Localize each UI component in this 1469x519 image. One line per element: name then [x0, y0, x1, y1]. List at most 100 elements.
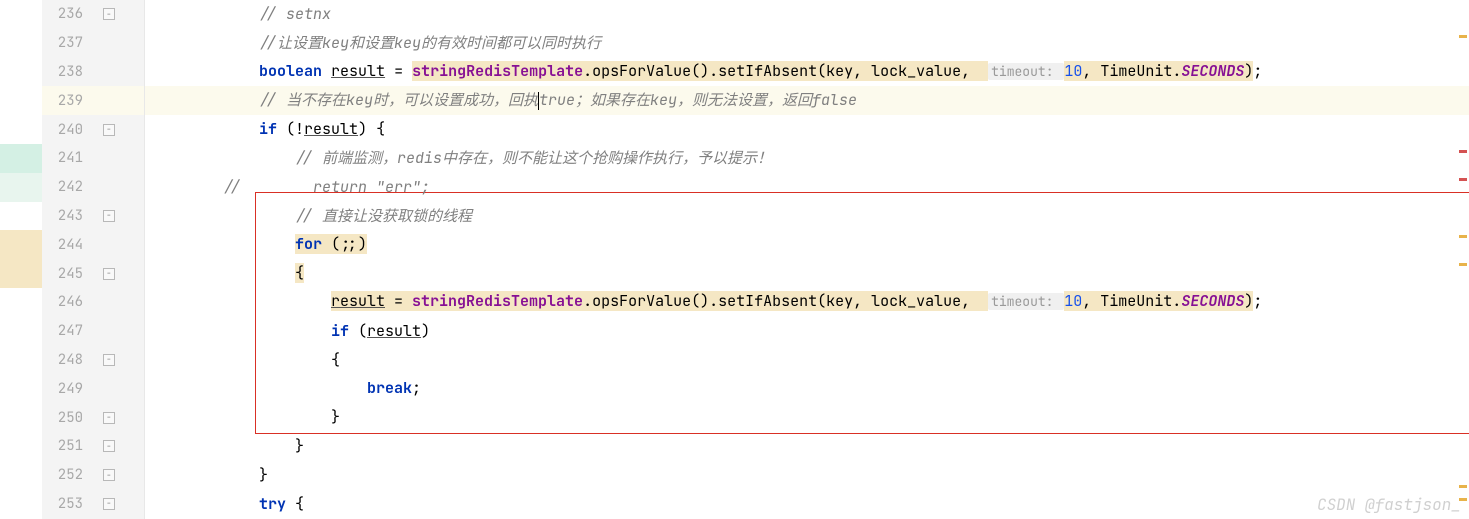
fold-gutter-row [95, 144, 144, 173]
code-line[interactable]: { [145, 346, 1469, 375]
line-number-row[interactable]: 251 [42, 432, 95, 461]
line-number-row[interactable]: 252 [42, 461, 95, 490]
code-line[interactable]: } [145, 403, 1469, 432]
left-margin-row [0, 432, 42, 461]
code-text: ; [1253, 61, 1262, 81]
line-number-row[interactable]: 239 [42, 86, 95, 115]
code-line[interactable]: if (result) [145, 317, 1469, 346]
line-number-row[interactable]: 238 [42, 58, 95, 87]
code-token-hl-yellow: { [295, 263, 304, 283]
line-number-row[interactable]: 248 [42, 346, 95, 375]
fold-gutter-row [95, 346, 144, 375]
line-number: 241 [42, 149, 95, 167]
line-number-row[interactable]: 249 [42, 374, 95, 403]
fold-toggle-icon[interactable] [103, 354, 115, 366]
fold-toggle-icon[interactable] [103, 268, 115, 280]
left-margin-row [0, 230, 42, 259]
code-line[interactable]: break; [145, 374, 1469, 403]
fold-gutter-row [95, 58, 144, 87]
line-number-row[interactable]: 236 [42, 0, 95, 29]
line-number-row[interactable]: 246 [42, 288, 95, 317]
marker-bar[interactable] [1457, 0, 1469, 519]
code-line[interactable]: for (;;) [145, 230, 1469, 259]
code-token-hl-yellow: (;;) [322, 234, 367, 254]
code-text: = [385, 61, 412, 81]
error-marker[interactable] [1459, 178, 1467, 181]
code-text [151, 177, 223, 197]
line-number-row[interactable]: 250 [42, 403, 95, 432]
error-marker[interactable] [1459, 150, 1467, 153]
fold-toggle-icon[interactable] [103, 412, 115, 424]
line-number: 247 [42, 322, 95, 340]
code-line[interactable]: //让设置key和设置key的有效时间都可以同时执行 [145, 29, 1469, 58]
code-line[interactable]: } [145, 432, 1469, 461]
code-line[interactable]: boolean result = stringRedisTemplate.ops… [145, 58, 1469, 87]
code-token-comment: // return "err"; [223, 177, 430, 197]
code-text [151, 263, 295, 283]
warning-marker[interactable] [1459, 235, 1467, 238]
line-number-row[interactable]: 237 [42, 29, 95, 58]
line-number-row[interactable]: 253 [42, 490, 95, 519]
warning-marker[interactable] [1459, 263, 1467, 266]
line-number: 237 [42, 34, 95, 52]
fold-toggle-icon[interactable] [103, 8, 115, 20]
code-text [151, 291, 331, 311]
code-text [151, 465, 259, 485]
code-line[interactable]: if (!result) { [145, 115, 1469, 144]
code-line[interactable]: // 直接让没获取锁的线程 [145, 202, 1469, 231]
code-text: { [286, 494, 304, 514]
code-line[interactable]: { [145, 259, 1469, 288]
left-margin-row [0, 29, 42, 58]
code-line[interactable]: // 当不存在key时，可以设置成功，回执true；如果存在key，则无法设置，… [145, 86, 1469, 115]
line-number: 246 [42, 293, 95, 311]
line-number-row[interactable]: 244 [42, 230, 95, 259]
fold-gutter-row [95, 86, 144, 115]
code-text: (! [277, 119, 304, 139]
code-token-field-italic: SECONDS [1181, 61, 1244, 81]
fold-toggle-icon[interactable] [103, 469, 115, 481]
code-token-comment: // 前端监测，redis中存在，则不能让这个抢购操作执行，予以提示！ [295, 148, 772, 168]
code-text: } [331, 407, 340, 427]
left-margin-row [0, 144, 42, 173]
code-token-keyword: break [367, 378, 412, 398]
fold-toggle-icon[interactable] [103, 124, 115, 136]
code-text: ; [412, 378, 421, 398]
fold-toggle-icon[interactable] [103, 440, 115, 452]
code-token-comment: // 当不存在key时，可以设置成功，回执 [259, 90, 538, 110]
code-text [151, 119, 259, 139]
fold-gutter-row [95, 173, 144, 202]
code-line[interactable]: // setnx [145, 0, 1469, 29]
code-token-field-italic: SECONDS [1181, 291, 1244, 311]
code-token-comment: true；如果存在key，则无法设置，返回false [539, 90, 857, 110]
line-number-row[interactable]: 241 [42, 144, 95, 173]
line-number-row[interactable]: 242 [42, 173, 95, 202]
fold-gutter-row [95, 490, 144, 519]
fold-toggle-icon[interactable] [103, 210, 115, 222]
left-margin-row [0, 461, 42, 490]
warning-marker[interactable] [1459, 35, 1467, 38]
line-number-row[interactable]: 245 [42, 259, 95, 288]
code-line[interactable]: } [145, 461, 1469, 490]
line-number-row[interactable]: 240 [42, 115, 95, 144]
code-line[interactable]: result = stringRedisTemplate.opsForValue… [145, 288, 1469, 317]
fold-toggle-icon[interactable] [103, 498, 115, 510]
fold-gutter-row [95, 230, 144, 259]
fold-gutter-row [95, 0, 144, 29]
code-token-comment: //让设置key和设置key的有效时间都可以同时执行 [259, 33, 601, 53]
line-number-row[interactable]: 247 [42, 317, 95, 346]
code-text [151, 33, 259, 53]
line-number: 243 [42, 207, 95, 225]
code-area[interactable]: // setnx //让设置key和设置key的有效时间都可以同时执行 bool… [145, 0, 1469, 519]
line-number: 249 [42, 380, 95, 398]
warning-marker[interactable] [1459, 498, 1467, 501]
line-number-row[interactable]: 243 [42, 202, 95, 231]
code-line[interactable]: // return "err"; [145, 173, 1469, 202]
code-token-keyword: for [295, 234, 322, 254]
code-editor: 236 237 238239240 241 242 243 244245 246 247 248 2… [0, 0, 1469, 519]
code-token-keyword: if [259, 119, 277, 139]
warning-marker[interactable] [1459, 485, 1467, 488]
code-token-underline: result [304, 119, 358, 139]
code-line[interactable]: try { [145, 490, 1469, 519]
left-margin-row [0, 173, 42, 202]
code-line[interactable]: // 前端监测，redis中存在，则不能让这个抢购操作执行，予以提示！ [145, 144, 1469, 173]
